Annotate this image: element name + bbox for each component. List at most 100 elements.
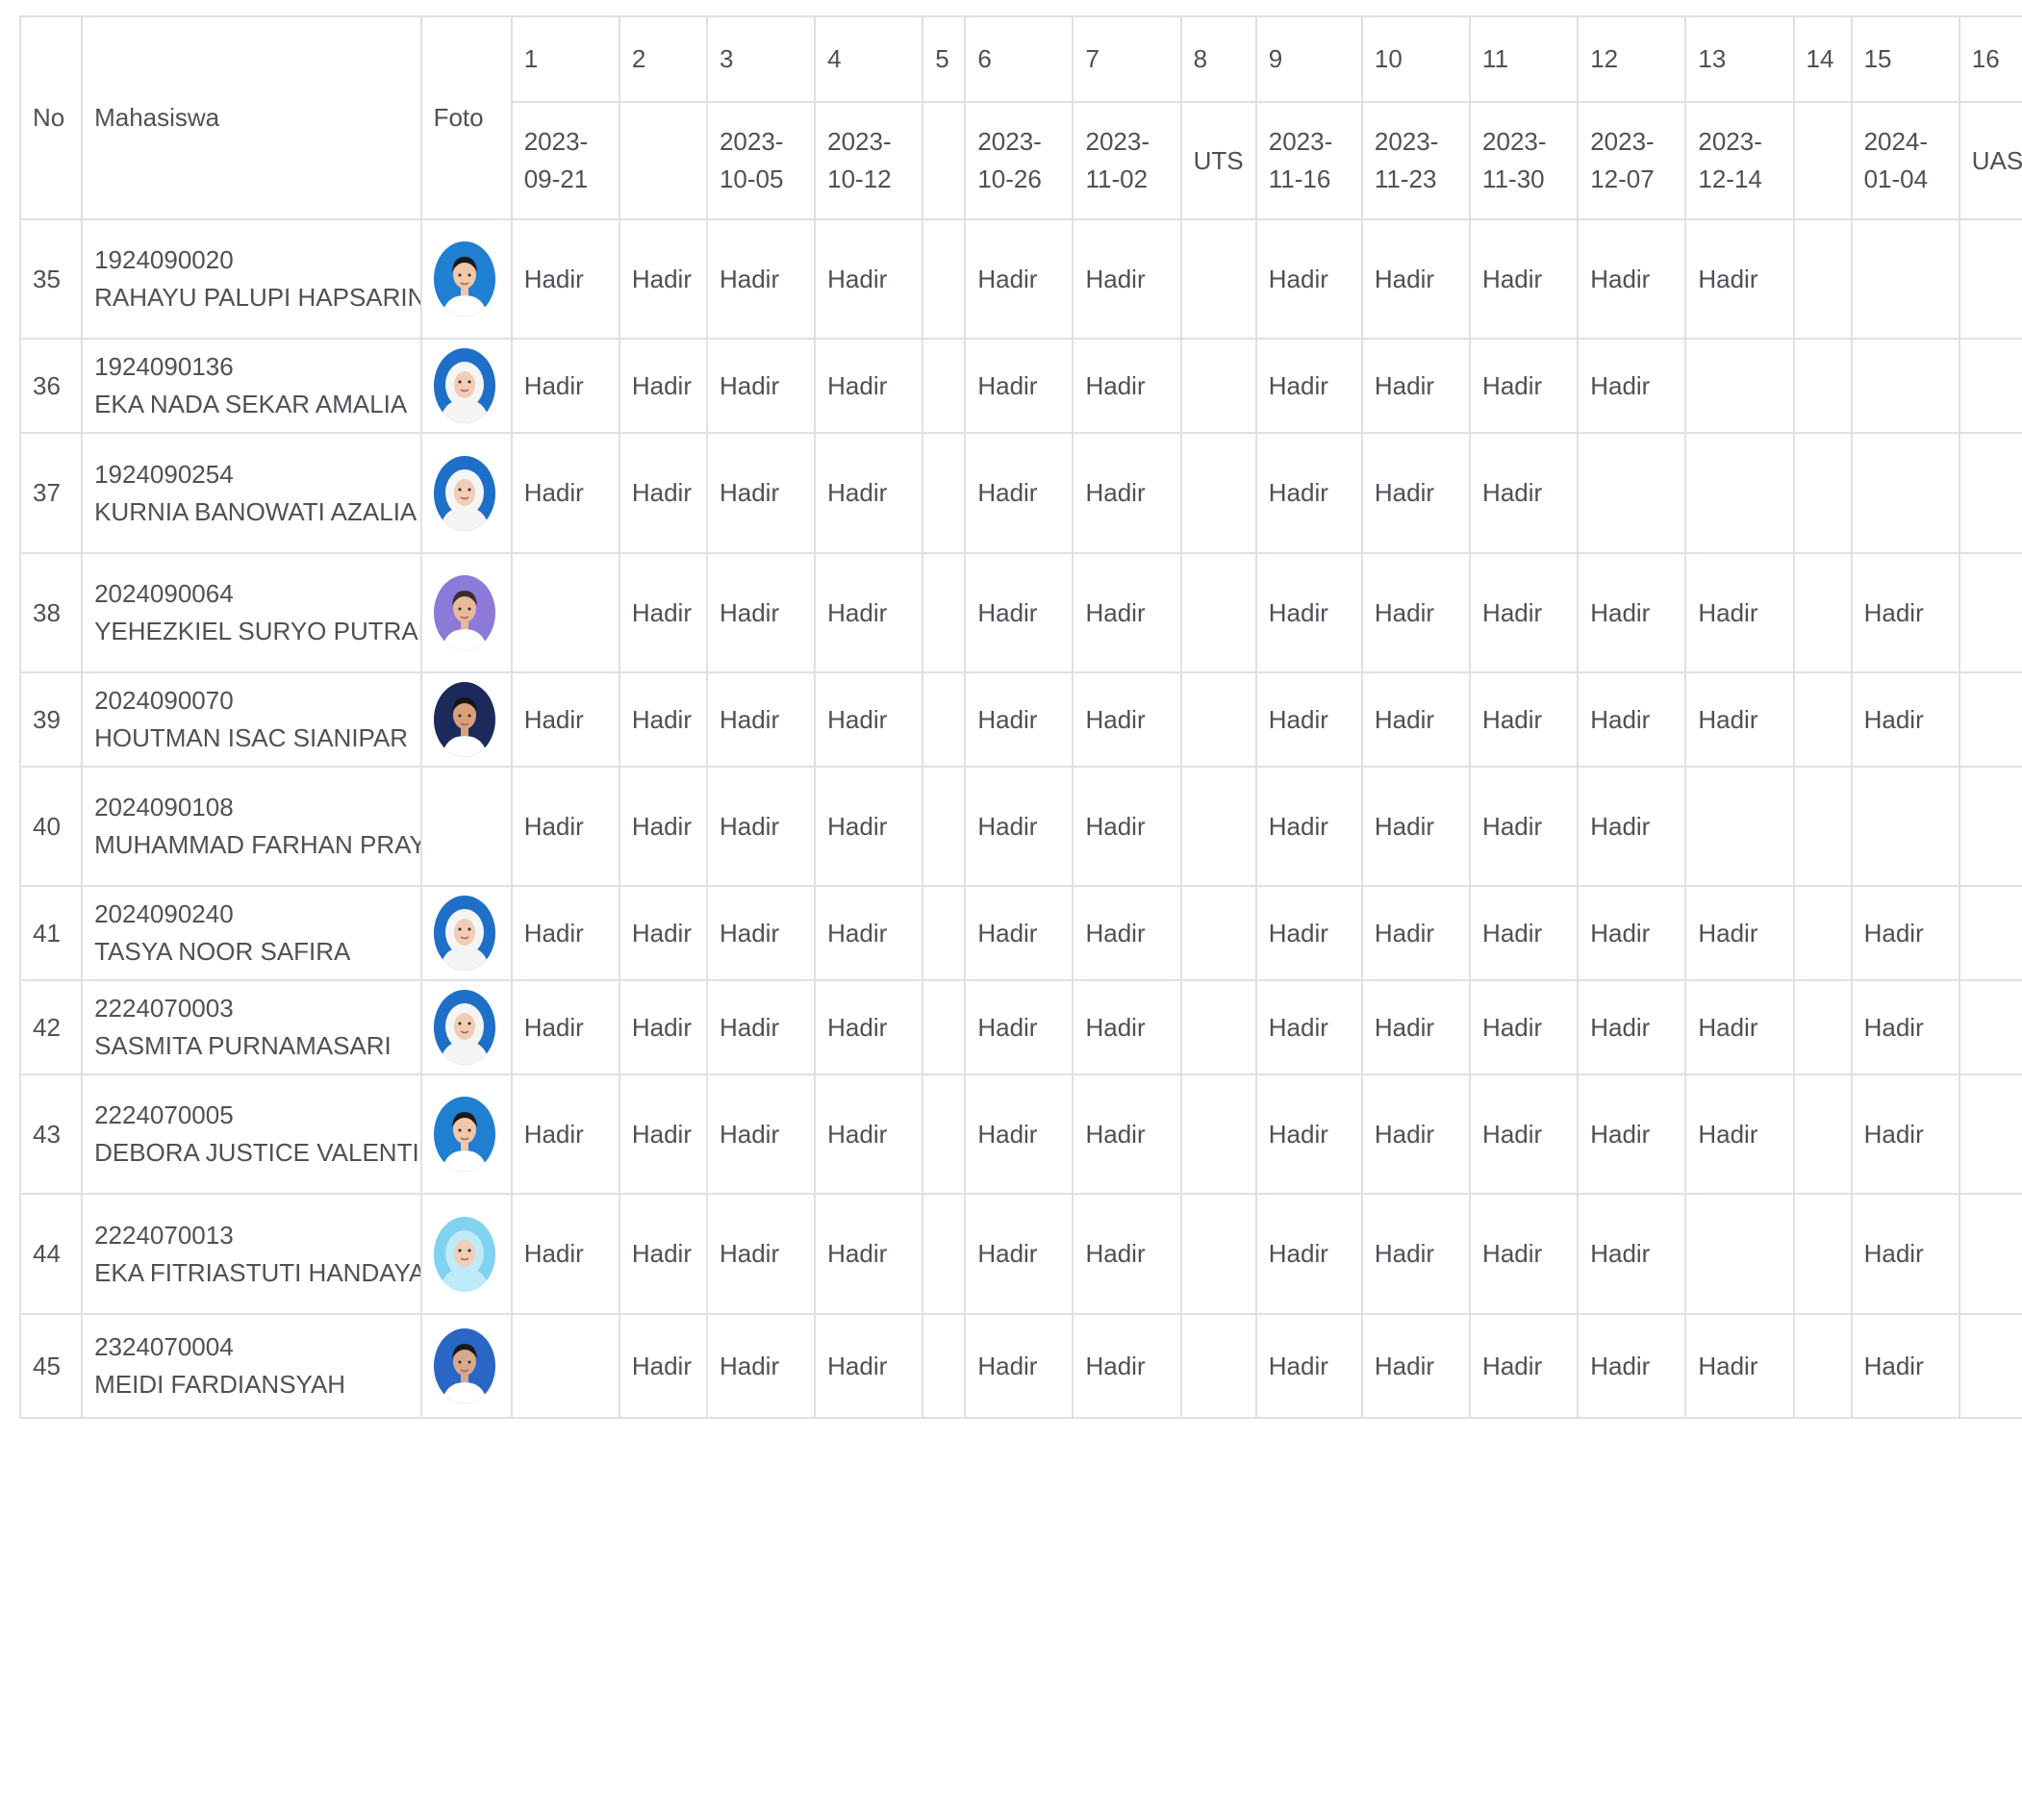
attendance-cell <box>1792 1074 1853 1195</box>
attendance-cell: Hadir <box>705 552 817 673</box>
attendance-cell: Hadir <box>1254 338 1363 434</box>
attendance-cell: Hadir <box>1072 885 1182 981</box>
attendance-cell: Hadir <box>1254 766 1363 887</box>
photo-cell <box>419 432 513 554</box>
student-photo <box>433 455 495 531</box>
student-photo <box>433 241 495 316</box>
attendance-cell <box>922 1074 967 1195</box>
student-cell: 2224070005 DEBORA JUSTICE VALENTINA <box>81 1074 422 1195</box>
attendance-cell: Hadir <box>1469 1193 1580 1315</box>
attendance-cell <box>1792 979 1853 1075</box>
attendance-cell: Hadir <box>1360 671 1472 768</box>
attendance-cell: Hadir <box>1577 1074 1687 1195</box>
attendance-cell: Hadir <box>1469 885 1580 981</box>
student-cell: 2224070013 EKA FITRIASTUTI HANDAYANI <box>81 1193 422 1315</box>
attendance-cell <box>1958 1313 2022 1419</box>
attendance-cell <box>510 552 620 673</box>
meeting-date-year: 2024- <box>1863 127 1929 156</box>
meeting-date-header: 2024- 01-04 <box>1850 101 1960 220</box>
attendance-cell: Hadir <box>1072 671 1182 768</box>
meeting-date-year: 2023- <box>1085 127 1150 156</box>
attendance-cell: Hadir <box>1360 218 1472 340</box>
meeting-date-header: 2023- 11-30 <box>1469 101 1580 220</box>
attendance-cell: Hadir <box>964 885 1074 981</box>
attendance-cell: Hadir <box>1072 1074 1182 1195</box>
attendance-cell: Hadir <box>1072 766 1182 887</box>
meeting-date-header: 2023- 09-21 <box>510 101 620 220</box>
attendance-cell <box>922 766 967 887</box>
attendance-cell: Hadir <box>1360 766 1472 887</box>
student-name: KURNIA BANOWATI AZALIA AMANDA <box>94 496 418 526</box>
attendance-cell: Hadir <box>1254 1193 1363 1315</box>
meeting-date-header: 2023- 12-14 <box>1684 101 1795 220</box>
attendance-cell: Hadir <box>1469 766 1580 887</box>
attendance-cell: Hadir <box>1684 1074 1795 1195</box>
meeting-number-header: 16 <box>1958 15 2022 103</box>
attendance-cell: Hadir <box>1850 552 1960 673</box>
attendance-cell: Hadir <box>510 218 620 340</box>
attendance-cell: Hadir <box>1072 552 1182 673</box>
meeting-date-day: 09-21 <box>523 164 589 193</box>
row-number: 45 <box>18 1313 84 1419</box>
attendance-cell: Hadir <box>1072 218 1182 340</box>
row-number: 39 <box>18 671 84 768</box>
attendance-cell: Hadir <box>510 671 620 768</box>
student-photo <box>433 1097 495 1172</box>
attendance-cell: Hadir <box>705 766 817 887</box>
photo-cell <box>419 552 513 673</box>
meeting-date-year: 2023- <box>1374 127 1439 156</box>
attendance-cell: Hadir <box>1360 552 1472 673</box>
attendance-cell: Hadir <box>1684 1313 1795 1419</box>
attendance-cell: Hadir <box>1577 338 1687 434</box>
attendance-cell: Hadir <box>1850 1193 1960 1315</box>
student-photo-empty <box>434 789 495 864</box>
meeting-number-header: 11 <box>1469 15 1580 103</box>
attendance-cell: Hadir <box>618 766 708 887</box>
meeting-number-header: 7 <box>1072 15 1182 103</box>
attendance-cell: Hadir <box>964 1193 1074 1315</box>
meeting-date-header: 2023- 11-16 <box>1254 101 1363 220</box>
meeting-number-header: 8 <box>1179 15 1257 103</box>
student-name: TASYA NOOR SAFIRA <box>94 937 351 966</box>
attendance-cell: Hadir <box>1850 671 1960 768</box>
attendance-cell: Hadir <box>1254 1313 1363 1419</box>
meeting-number-header: 1 <box>510 15 620 103</box>
student-photo <box>433 348 495 423</box>
meeting-number-header: 5 <box>922 15 967 103</box>
student-cell: 2224070003 SASMITA PURNAMASARI <box>81 979 422 1075</box>
student-photo <box>433 1328 495 1403</box>
attendance-cell: Hadir <box>814 766 924 887</box>
student-id: 2224070005 <box>94 1100 234 1129</box>
attendance-cell: Hadir <box>814 432 924 554</box>
meeting-exam-label: UAS <box>1971 145 2022 175</box>
photo-cell <box>419 766 513 887</box>
attendance-cell: Hadir <box>618 979 708 1075</box>
attendance-cell <box>1958 1074 2022 1195</box>
attendance-cell: Hadir <box>1254 1074 1363 1195</box>
attendance-cell: Hadir <box>1360 885 1472 981</box>
attendance-cell: Hadir <box>814 1193 924 1315</box>
photo-cell <box>419 979 513 1075</box>
meeting-date-day: 10-26 <box>977 164 1042 193</box>
attendance-cell: Hadir <box>510 1193 620 1315</box>
meeting-date-year: 2023- <box>719 127 784 156</box>
attendance-cell <box>1179 979 1257 1075</box>
photo-cell <box>419 1074 513 1195</box>
attendance-cell: Hadir <box>1360 979 1472 1075</box>
attendance-cell: Hadir <box>1684 552 1795 673</box>
meeting-date-header: 2023- 10-05 <box>705 101 817 220</box>
student-row: 44 2224070013 EKA FITRIASTUTI HANDAYANI Had… <box>18 1193 2022 1315</box>
attendance-cell: Hadir <box>964 218 1074 340</box>
photo-cell <box>419 1193 513 1315</box>
meeting-date-header: UAS <box>1958 101 2022 220</box>
attendance-cell: Hadir <box>510 1074 620 1195</box>
attendance-cell: Hadir <box>1360 338 1472 434</box>
attendance-cell: Hadir <box>1469 1074 1580 1195</box>
student-row: 41 2024090240 TASYA NOOR SAFIRA Hadir Hadir H… <box>18 885 2022 981</box>
col-header-student: Mahasiswa <box>81 15 422 220</box>
student-id: 2024090108 <box>94 793 234 822</box>
attendance-cell <box>922 979 967 1075</box>
attendance-cell: Hadir <box>814 338 924 434</box>
attendance-cell: Hadir <box>1469 338 1580 434</box>
attendance-cell: Hadir <box>1072 1313 1182 1419</box>
